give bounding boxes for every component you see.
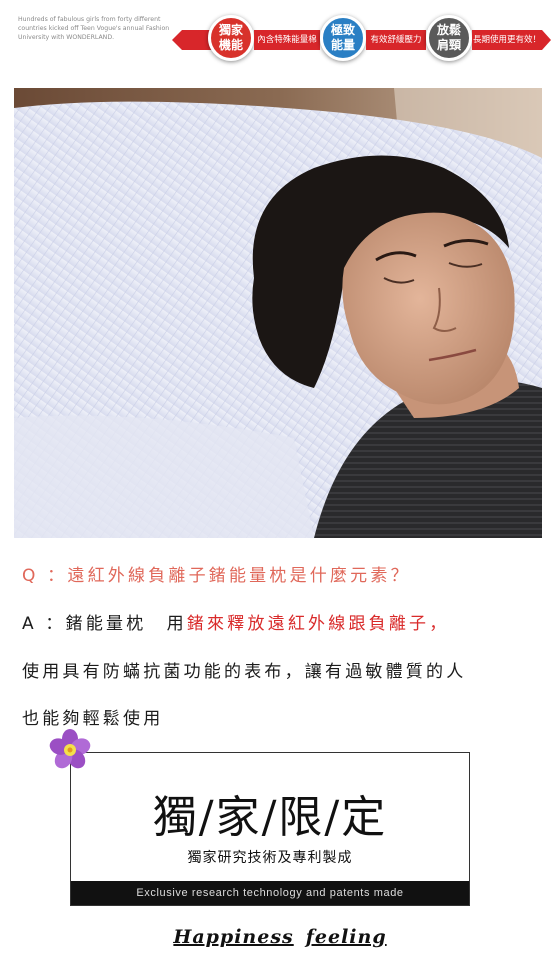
exclusive-title: 獨/家/限/定: [152, 792, 388, 843]
ribbon-text-long-term: 長期使用更有效！: [472, 30, 551, 50]
answer-highlight: 鍺來釋放遠紅外線跟負離子，: [186, 614, 450, 634]
sleeping-woman-on-pillow-photo: [14, 88, 542, 538]
badge-label: 放鬆肩頸: [436, 23, 461, 52]
photo-illustration: [14, 88, 542, 538]
ribbon-text-relieve-stress: 有效舒緩壓力: [366, 30, 426, 50]
banner-tagline: Hundreds of fabulous girls from forty di…: [18, 16, 170, 41]
badge-label: 極致能量: [330, 23, 355, 52]
badge-exclusive-function: 獨家機能: [208, 15, 254, 61]
purple-flower-icon: [49, 729, 91, 769]
answer-line-3: 也能夠輕鬆使用: [22, 709, 164, 729]
answer-prefix: A ：鍺能量枕 用: [22, 614, 187, 634]
exclusive-box: 獨/家/限/定 獨家研究技術及專利製成 Exclusive research t…: [70, 752, 470, 906]
exclusive-bar: Exclusive research technology and patent…: [71, 881, 469, 905]
signature-word-1: Happiness: [173, 926, 294, 948]
ribbon-text-energy-cotton: 內含特殊能量棉: [254, 30, 320, 50]
question-text: Q ：遠紅外線負離子鍺能量枕是什麼元素？: [22, 566, 411, 586]
top-banner: Hundreds of fabulous girls from forty di…: [0, 0, 560, 80]
answer-line-1: A ：鍺能量枕 用鍺來釋放遠紅外線跟負離子，: [22, 609, 449, 634]
badge-ultimate-energy: 極致能量: [320, 15, 366, 61]
badge-relax-shoulders: 放鬆肩頸: [426, 15, 472, 61]
happiness-feeling-signature: Happiness feeling: [0, 926, 560, 948]
exclusive-subtitle: 獨家研究技術及專利製成: [187, 850, 353, 866]
badge-label: 獨家機能: [218, 23, 243, 52]
signature-word-2: feeling: [305, 926, 387, 948]
answer-line-2: 使用具有防蟎抗菌功能的表布，讓有過敏體質的人: [22, 662, 467, 682]
